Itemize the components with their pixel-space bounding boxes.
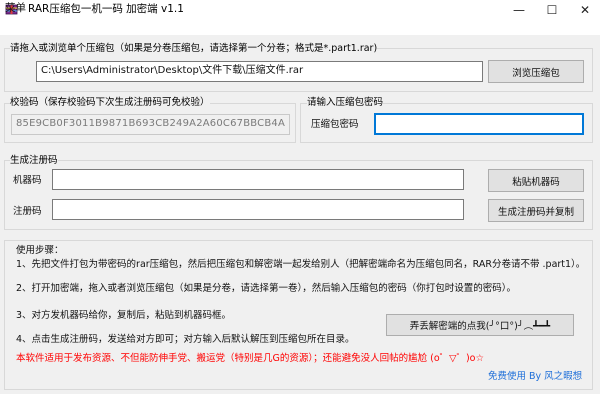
minimize-icon[interactable]: —	[504, 0, 534, 19]
steps-title: 使用步骤：	[16, 245, 64, 256]
archive-path-input[interactable]: C:\Users\Administrator\Desktop\文件下载\压缩文件…	[36, 61, 483, 82]
notice-text: 本软件适用于发布资源、不但能防伸手党、搬运党（特别是几G的资源）；还能避免没人回…	[16, 353, 484, 364]
machine-code-label: 机器码	[13, 175, 42, 186]
close-icon[interactable]: ✕	[570, 0, 600, 19]
archive-group-title: 请拖入或浏览单个压缩包（如果是分卷压缩包，请选择第一个分卷；格式是*.part1…	[10, 43, 378, 55]
window-title: RAR压缩包一机一码 加密端 v1.1	[28, 3, 184, 15]
password-group-title: 请输入压缩包密码	[307, 97, 384, 109]
paste-machine-code-button[interactable]: 粘贴机器码	[488, 169, 584, 192]
checksum-group-title: 校验码（保存校验码下次生成注册码可免校验）	[10, 97, 210, 109]
step-3: 3、对方发机器码给你，复制后，粘贴到机器码框。	[16, 310, 232, 321]
browse-archive-button[interactable]: 浏览压缩包	[488, 60, 584, 83]
step-2: 2、打开加密端，拖入或者浏览压缩包（如果是分卷，请选择第一卷），然后输入压缩包的…	[16, 283, 517, 294]
footer-credit: 免费使用 By 风之暇想	[488, 371, 583, 382]
step-4: 4、点击生成注册码，发送给对方即可；对方输入后默认解压到压缩包所在目录。	[16, 334, 355, 345]
maximize-icon[interactable]: ☐	[537, 0, 567, 19]
menu-item-main[interactable]: 菜单	[5, 1, 26, 15]
menu-bar	[0, 19, 600, 35]
step-1: 1、先把文件打包为带密码的rar压缩包，然后把压缩包和解密端一起发给别人（把解密…	[16, 259, 586, 270]
checksum-field[interactable]: 85E9CB0F3011B9871B693CB249A2A60C67BBCB4A	[11, 114, 290, 135]
password-label: 压缩包密码	[311, 119, 359, 130]
register-code-input[interactable]	[52, 199, 464, 220]
register-group-title: 生成注册码	[10, 155, 58, 167]
lost-decryptor-button[interactable]: 弄丢解密端的点我(╯°口°)╯︵┻━┻	[386, 314, 574, 336]
password-input[interactable]	[374, 113, 584, 135]
generate-register-code-button[interactable]: 生成注册码并复制	[488, 199, 584, 222]
register-code-label: 注册码	[13, 206, 42, 217]
machine-code-input[interactable]	[52, 169, 464, 190]
